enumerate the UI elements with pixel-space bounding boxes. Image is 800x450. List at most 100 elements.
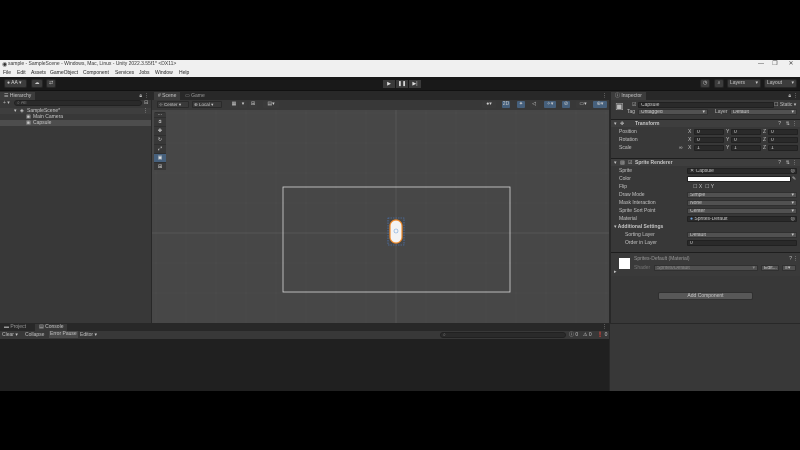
layers-dropdown[interactable]: Layers ▾	[727, 79, 761, 88]
material-field[interactable]: ● Sprites-Default ◎	[687, 216, 797, 222]
static-checkbox[interactable]: ☐ Static ▾	[774, 102, 796, 108]
menu-file[interactable]: File	[3, 70, 11, 76]
layout-dropdown[interactable]: Layout ▾	[764, 79, 797, 88]
tab-inspector[interactable]: ⓘ Inspector	[611, 92, 646, 100]
order-in-layer-field[interactable]: 0	[687, 240, 797, 246]
effects-icon[interactable]: ✧▾	[544, 101, 556, 108]
flip-x-checkbox[interactable]: ☐ X	[693, 184, 702, 190]
object-name-field[interactable]: Capsule	[638, 102, 774, 108]
tag-dropdown[interactable]: Untagged ▾	[638, 109, 708, 115]
camera-icon[interactable]: ▭▾	[576, 101, 590, 108]
object-picker-icon[interactable]: ◎	[791, 169, 795, 173]
tab-hierarchy[interactable]: ☰ Hierarchy	[0, 92, 36, 100]
tab-game[interactable]: ▭ Game	[181, 92, 209, 100]
account-button[interactable]: ● AA ▾	[4, 79, 27, 88]
scale-z-field[interactable]: 1	[768, 145, 798, 151]
color-swatch[interactable]	[687, 176, 791, 182]
menu-services[interactable]: Services	[115, 70, 134, 76]
shader-options-dropdown[interactable]: ≡▾	[782, 265, 796, 271]
space-dropdown[interactable]: ⊕ Local ▾	[192, 101, 222, 108]
add-icon[interactable]: + ▾	[3, 100, 10, 106]
menu-component[interactable]: Component	[83, 70, 109, 76]
transform-tool-icon[interactable]: ⊞	[154, 163, 166, 170]
sorting-layer-dropdown[interactable]: Default ▾	[687, 232, 797, 238]
flip-y-checkbox[interactable]: ☐ Y	[705, 184, 714, 190]
scene-viewport[interactable]: ⋯ ✋︎ ✥ ↻ ⤢ ▣ ⊞	[152, 110, 609, 323]
menu-window[interactable]: Window	[155, 70, 173, 76]
more-icon[interactable]: ⋮	[144, 93, 149, 99]
close-button[interactable]: ✕	[782, 60, 800, 69]
view-options-icon[interactable]: ▤▾	[263, 101, 279, 108]
step-button[interactable]: ▶|	[409, 80, 421, 88]
position-z-field[interactable]: 0	[768, 129, 798, 135]
audio-icon[interactable]: ◁	[530, 101, 538, 108]
shader-dropdown[interactable]: Sprites/Default ▾	[654, 265, 758, 271]
position-x-field[interactable]: 0	[694, 129, 724, 135]
additional-settings-foldout[interactable]: ▾ Additional Settings	[614, 224, 663, 230]
clear-button[interactable]: Clear ▾	[2, 332, 18, 338]
rotate-tool-icon[interactable]: ↻	[154, 136, 166, 144]
error-pause-button[interactable]: Error Pause	[49, 331, 78, 338]
scale-tool-icon[interactable]: ⤢	[154, 145, 166, 153]
move-tool-icon[interactable]: ✥	[154, 127, 166, 135]
console-search-input[interactable]: ⌕	[440, 332, 566, 338]
overlay-grip-icon[interactable]: ⋯	[154, 113, 166, 118]
more-icon[interactable]: ⋮	[793, 256, 798, 262]
mask-interaction-dropdown[interactable]: None ▾	[687, 200, 797, 206]
help-icon[interactable]: ?	[789, 256, 792, 262]
scale-y-field[interactable]: 1	[731, 145, 761, 151]
collapse-button[interactable]: Collapse	[25, 332, 44, 338]
rotation-x-field[interactable]: 0	[694, 137, 724, 143]
help-icon[interactable]: ?	[778, 121, 781, 127]
lock-icon[interactable]: 🔒︎	[139, 93, 142, 99]
tab-project[interactable]: ▬ Project	[0, 324, 30, 331]
history-button[interactable]: ◷	[700, 79, 710, 88]
editor-dropdown[interactable]: Editor ▾	[80, 332, 97, 338]
layer-dropdown[interactable]: Default ▾	[730, 109, 797, 115]
warning-count-button[interactable]: ⚠ 0	[583, 332, 592, 338]
snap-increment-icon[interactable]: ⊞	[249, 101, 257, 108]
gizmos-icon[interactable]: ⊕▾	[593, 101, 607, 108]
pivot-dropdown[interactable]: ⊹ Center ▾	[157, 101, 189, 108]
rotation-y-field[interactable]: 0	[731, 137, 761, 143]
active-checkbox[interactable]: ☑	[632, 102, 636, 108]
sprite-field[interactable]: ✕ Capsule ◎	[687, 168, 797, 174]
position-y-field[interactable]: 0	[731, 129, 761, 135]
link-icon[interactable]: ∞	[679, 145, 683, 151]
grid-visibility-icon[interactable]: ▾	[239, 101, 247, 108]
more-icon[interactable]: ⋮	[602, 324, 607, 330]
object-picker-icon[interactable]: ◎	[791, 217, 795, 221]
draw-mode-dropdown[interactable]: Simple ▾	[687, 192, 797, 198]
search-button[interactable]: ⌕	[714, 79, 724, 88]
rotation-z-field[interactable]: 0	[768, 137, 798, 143]
hierarchy-search-input[interactable]: ⌕ All	[14, 100, 142, 106]
more-icon[interactable]: ⋮	[792, 121, 797, 127]
more-icon[interactable]: ⋮	[792, 160, 797, 166]
filter-icon[interactable]: ⊟	[144, 100, 148, 106]
menu-gameobject[interactable]: GameObject	[50, 70, 78, 76]
tab-scene[interactable]: # Scene	[154, 92, 181, 100]
draw-mode-icon[interactable]: ●▾	[482, 101, 496, 108]
menu-jobs[interactable]: Jobs	[139, 70, 150, 76]
menu-assets[interactable]: Assets	[31, 70, 46, 76]
scale-x-field[interactable]: 1	[694, 145, 724, 151]
lock-icon[interactable]: 🔒︎	[788, 93, 791, 99]
hierarchy-item-capsule[interactable]: ▣ Capsule	[0, 120, 151, 126]
sort-point-dropdown[interactable]: Center ▾	[687, 208, 797, 214]
rect-tool-icon[interactable]: ▣	[154, 154, 166, 162]
hidden-objects-icon[interactable]: ⊘	[562, 101, 570, 108]
log-count-button[interactable]: ⓘ 0	[569, 332, 578, 338]
pause-button[interactable]: ❚❚	[396, 80, 408, 88]
presets-icon[interactable]: ⇅	[786, 160, 790, 166]
collab-button[interactable]: ⇄	[46, 79, 56, 88]
lighting-icon[interactable]: ✦	[517, 101, 525, 108]
eyedropper-icon[interactable]: ✎	[792, 176, 796, 182]
grid-snap-icon[interactable]: ▦	[230, 101, 238, 108]
play-button[interactable]: ▶	[383, 80, 395, 88]
tab-console[interactable]: ▤ Console	[35, 324, 68, 331]
more-icon[interactable]: ⋮	[602, 93, 607, 99]
transform-header[interactable]: ▾ ✥ Transform ? ⇅ ⋮	[611, 119, 800, 127]
error-count-button[interactable]: ❗ 0	[597, 332, 607, 338]
presets-icon[interactable]: ⇅	[786, 121, 790, 127]
hand-tool-icon[interactable]: ✋︎	[154, 118, 166, 126]
